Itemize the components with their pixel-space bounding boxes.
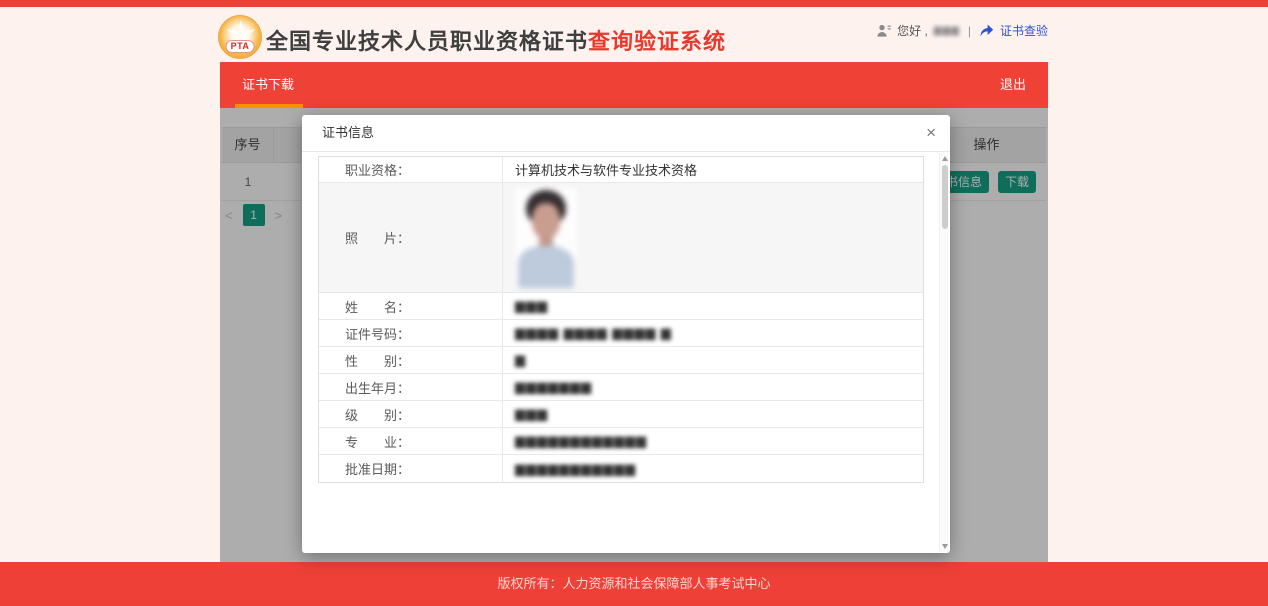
- share-arrow-icon[interactable]: [979, 24, 994, 37]
- tab-certificate-download[interactable]: 证书下载: [242, 62, 294, 108]
- top-red-strip: [0, 0, 1268, 7]
- detail-label: 照 片：: [319, 183, 503, 292]
- detail-value-redacted: ▆▆▆▆▆▆▆▆▆▆▆▆: [515, 433, 647, 448]
- certificate-verify-link[interactable]: 证书查验: [1000, 22, 1048, 39]
- scroll-up-icon[interactable]: [942, 156, 948, 161]
- page-title-accent: 查询验证系统: [588, 29, 727, 54]
- detail-label: 出生年月：: [319, 374, 503, 400]
- page-title: 全国专业技术人员职业资格证书查询验证系统: [266, 24, 726, 56]
- modal-body: 职业资格： 计算机技术与软件专业技术资格 照 片： 姓 名： ▆▆▆ 证件号码：…: [302, 152, 950, 553]
- nav-bar: 证书下载 退出: [220, 62, 1048, 108]
- detail-row-level: 级 别： ▆▆▆: [319, 401, 923, 428]
- greeting-separator: |: [967, 23, 971, 38]
- greeting-username: ▆▆▆: [933, 25, 960, 36]
- detail-label: 职业资格：: [319, 157, 503, 182]
- user-icon: [877, 24, 891, 37]
- detail-row-id-number: 证件号码： ▆▆▆▆ ▆▆▆▆ ▆▆▆▆ ▆: [319, 320, 923, 347]
- detail-value-redacted: ▆▆▆▆▆▆▆▆▆▆▆: [515, 460, 636, 476]
- detail-row-major: 专 业： ▆▆▆▆▆▆▆▆▆▆▆▆: [319, 428, 923, 455]
- logo-text: PTA: [225, 40, 255, 53]
- modal-header: 证书信息 ×: [302, 115, 950, 152]
- detail-row-approval-date: 批准日期： ▆▆▆▆▆▆▆▆▆▆▆: [319, 455, 923, 482]
- detail-row-birth: 出生年月： ▆▆▆▆▆▆▆: [319, 374, 923, 401]
- detail-value-redacted: ▆▆▆: [515, 298, 548, 313]
- detail-value: 计算机技术与软件专业技术资格: [515, 163, 698, 178]
- user-greeting: 您好 , ▆▆▆ | 证书查验: [877, 22, 1048, 39]
- greeting-text: 您好 ,: [897, 24, 928, 38]
- logout-button[interactable]: 退出: [1000, 62, 1026, 108]
- detail-label: 性 别：: [319, 347, 503, 373]
- close-icon[interactable]: ×: [926, 122, 936, 144]
- detail-value-redacted: ▆▆▆▆▆▆▆: [515, 379, 592, 394]
- detail-value-redacted: ▆: [515, 352, 526, 367]
- detail-label: 姓 名：: [319, 293, 503, 319]
- detail-label: 级 别：: [319, 401, 503, 427]
- page: PTA 全国专业技术人员职业资格证书查询验证系统 您好 , ▆▆▆ | 证书查验…: [0, 0, 1268, 606]
- detail-value-redacted: ▆▆▆: [515, 406, 548, 421]
- detail-label: 批准日期：: [319, 455, 503, 482]
- certificate-detail-table: 职业资格： 计算机技术与软件专业技术资格 照 片： 姓 名： ▆▆▆ 证件号码：…: [318, 156, 924, 483]
- modal-title: 证书信息: [322, 125, 375, 140]
- scroll-down-icon[interactable]: [942, 544, 948, 549]
- footer-copyright: 版权所有：人力资源和社会保障部人事考试中心: [0, 562, 1268, 606]
- detail-row-photo: 照 片：: [319, 183, 923, 293]
- detail-value: [503, 183, 923, 292]
- detail-row-qualification: 职业资格： 计算机技术与软件专业技术资格: [319, 157, 923, 183]
- detail-label: 证件号码：: [319, 320, 503, 346]
- id-photo: [515, 187, 577, 288]
- modal-scrollbar[interactable]: [939, 153, 949, 552]
- detail-row-name: 姓 名： ▆▆▆: [319, 293, 923, 320]
- certificate-info-modal: 证书信息 × 职业资格： 计算机技术与软件专业技术资格 照 片： 姓 名： ▆▆…: [302, 115, 950, 553]
- detail-label: 专 业：: [319, 428, 503, 454]
- detail-row-gender: 性 别： ▆: [319, 347, 923, 374]
- detail-value-redacted: ▆▆▆▆ ▆▆▆▆ ▆▆▆▆ ▆: [515, 325, 672, 340]
- scrollbar-thumb[interactable]: [942, 165, 948, 229]
- pta-logo: PTA: [218, 15, 262, 59]
- page-title-main: 全国专业技术人员职业资格证书: [266, 29, 589, 54]
